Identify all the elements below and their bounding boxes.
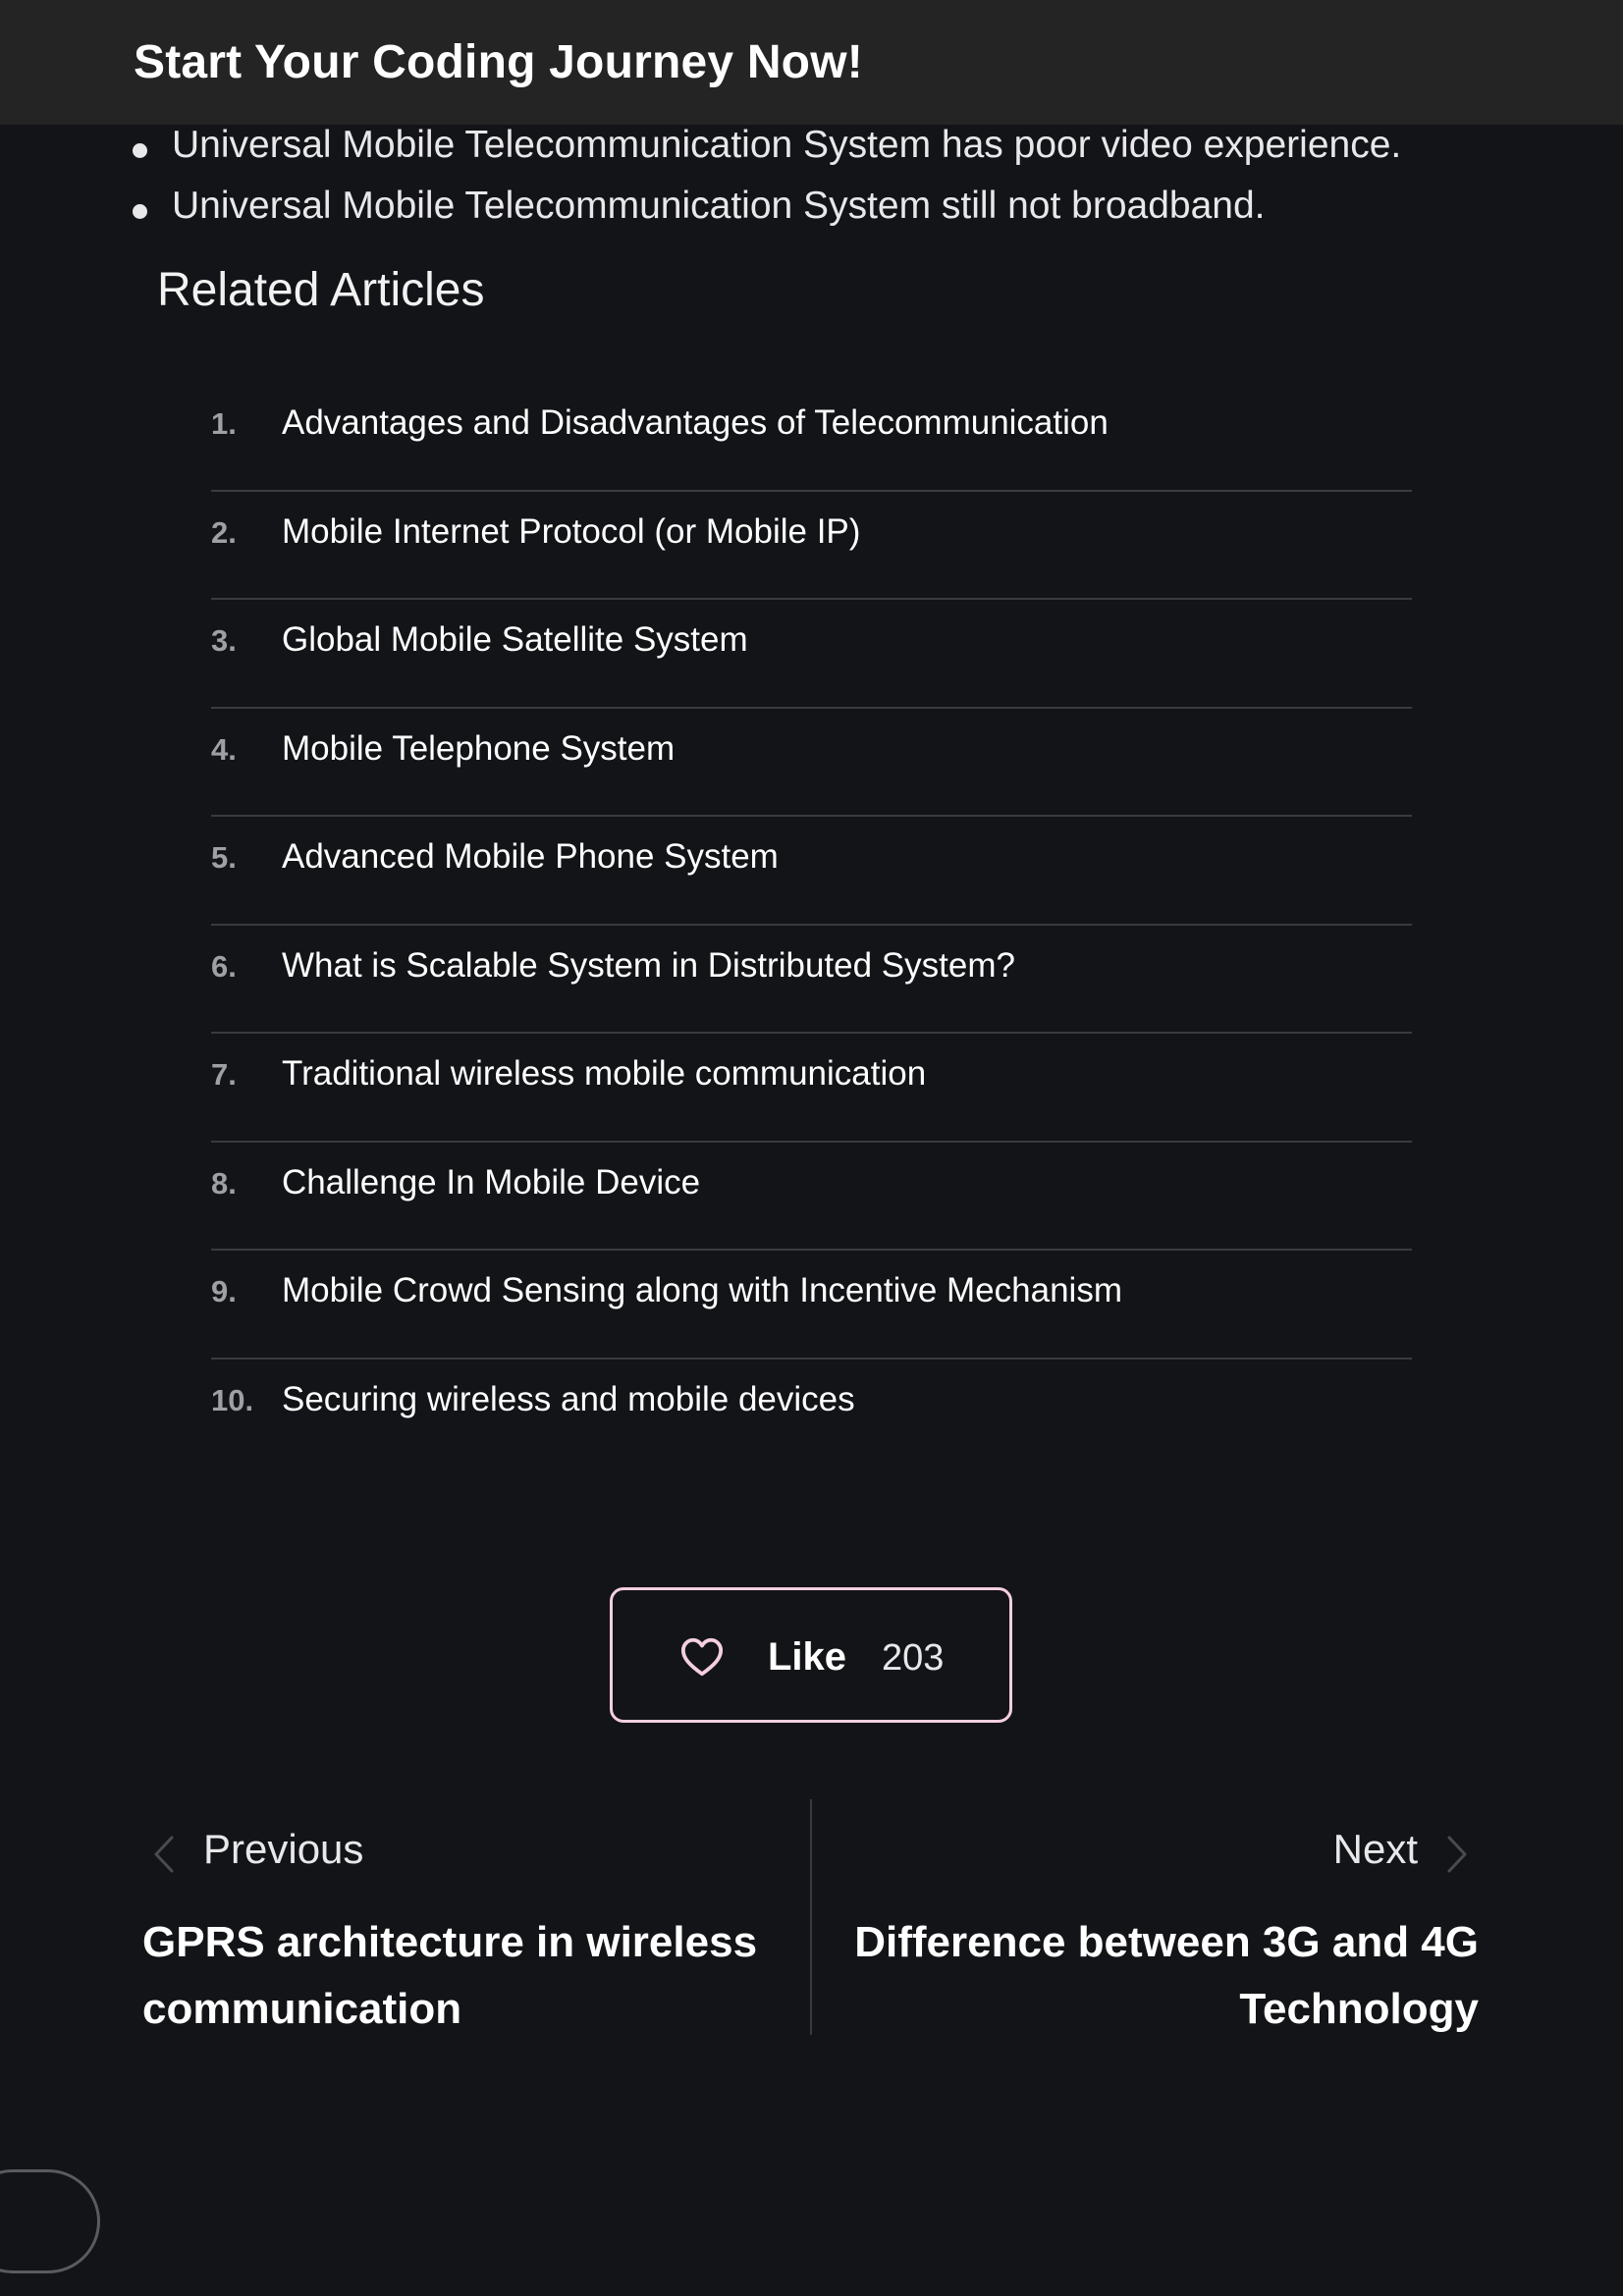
heart-icon [680, 1637, 724, 1677]
related-article-number: 5. [211, 840, 237, 875]
related-article-link[interactable]: Global Mobile Satellite System [282, 620, 748, 660]
related-article-item: 4. Mobile Telephone System [211, 709, 1412, 817]
related-article-item: 9. Mobile Crowd Sensing along with Incen… [211, 1251, 1412, 1360]
related-article-number: 9. [211, 1274, 237, 1308]
related-articles-list: 1. Advantages and Disadvantages of Telec… [211, 383, 1412, 1468]
related-article-link[interactable]: Mobile Internet Protocol (or Mobile IP) [282, 512, 860, 552]
chevron-left-icon [154, 1836, 174, 1873]
like-count: 203 [882, 1637, 945, 1679]
related-article-number: 2. [211, 514, 237, 550]
related-article-number: 4. [211, 731, 237, 767]
related-article-number: 8. [211, 1165, 237, 1201]
banner-title[interactable]: Start Your Coding Journey Now! [134, 35, 863, 89]
related-article-item: 6. What is Scalable System in Distribute… [211, 926, 1412, 1034]
bullet-text: Universal Mobile Telecommunication Syste… [172, 185, 1266, 227]
like-button[interactable]: Like 203 [610, 1587, 1012, 1723]
bullet-item: Universal Mobile Telecommunication Syste… [133, 124, 1402, 167]
related-article-number: 6. [211, 948, 237, 984]
related-articles-heading: Related Articles [157, 264, 485, 316]
like-label: Like [768, 1635, 847, 1679]
related-article-item: 8. Challenge In Mobile Device [211, 1143, 1412, 1251]
previous-label[interactable]: Previous [203, 1826, 363, 1873]
related-article-link[interactable]: Challenge In Mobile Device [282, 1163, 700, 1202]
next-label[interactable]: Next [1333, 1826, 1418, 1873]
related-article-link[interactable]: Traditional wireless mobile communicatio… [282, 1054, 926, 1094]
related-article-item: 3. Global Mobile Satellite System [211, 600, 1412, 709]
related-article-item: 2. Mobile Internet Protocol (or Mobile I… [211, 492, 1412, 600]
floating-action-button[interactable] [0, 2169, 100, 2273]
related-article-link[interactable]: Securing wireless and mobile devices [282, 1380, 855, 1419]
related-article-link[interactable]: Advantages and Disadvantages of Telecomm… [282, 403, 1109, 443]
bullet-dot [133, 143, 147, 158]
next-article-title[interactable]: Difference between 3G and 4G Technology [844, 1909, 1479, 2043]
bullet-text: Universal Mobile Telecommunication Syste… [172, 124, 1402, 166]
related-article-number: 3. [211, 623, 237, 658]
related-article-number: 7. [211, 1057, 237, 1092]
related-article-number: 1. [211, 406, 237, 441]
related-article-item: 1. Advantages and Disadvantages of Telec… [211, 383, 1412, 492]
nav-divider [810, 1799, 812, 2035]
related-article-number: 10. [211, 1382, 254, 1417]
previous-article-title[interactable]: GPRS architecture in wireless communicat… [142, 1909, 771, 2043]
top-banner: Start Your Coding Journey Now! [0, 0, 1623, 125]
related-article-item: 7. Traditional wireless mobile communica… [211, 1034, 1412, 1143]
related-article-link[interactable]: What is Scalable System in Distributed S… [282, 946, 1015, 986]
related-article-item: 5. Advanced Mobile Phone System [211, 817, 1412, 926]
bullet-dot [133, 204, 147, 219]
chevron-right-icon [1447, 1836, 1467, 1873]
related-article-link[interactable]: Mobile Telephone System [282, 729, 675, 769]
related-article-item: 10. Securing wireless and mobile devices [211, 1360, 1412, 1468]
bullet-item: Universal Mobile Telecommunication Syste… [133, 185, 1266, 228]
related-article-link[interactable]: Mobile Crowd Sensing along with Incentiv… [282, 1271, 1122, 1310]
related-article-link[interactable]: Advanced Mobile Phone System [282, 837, 779, 877]
